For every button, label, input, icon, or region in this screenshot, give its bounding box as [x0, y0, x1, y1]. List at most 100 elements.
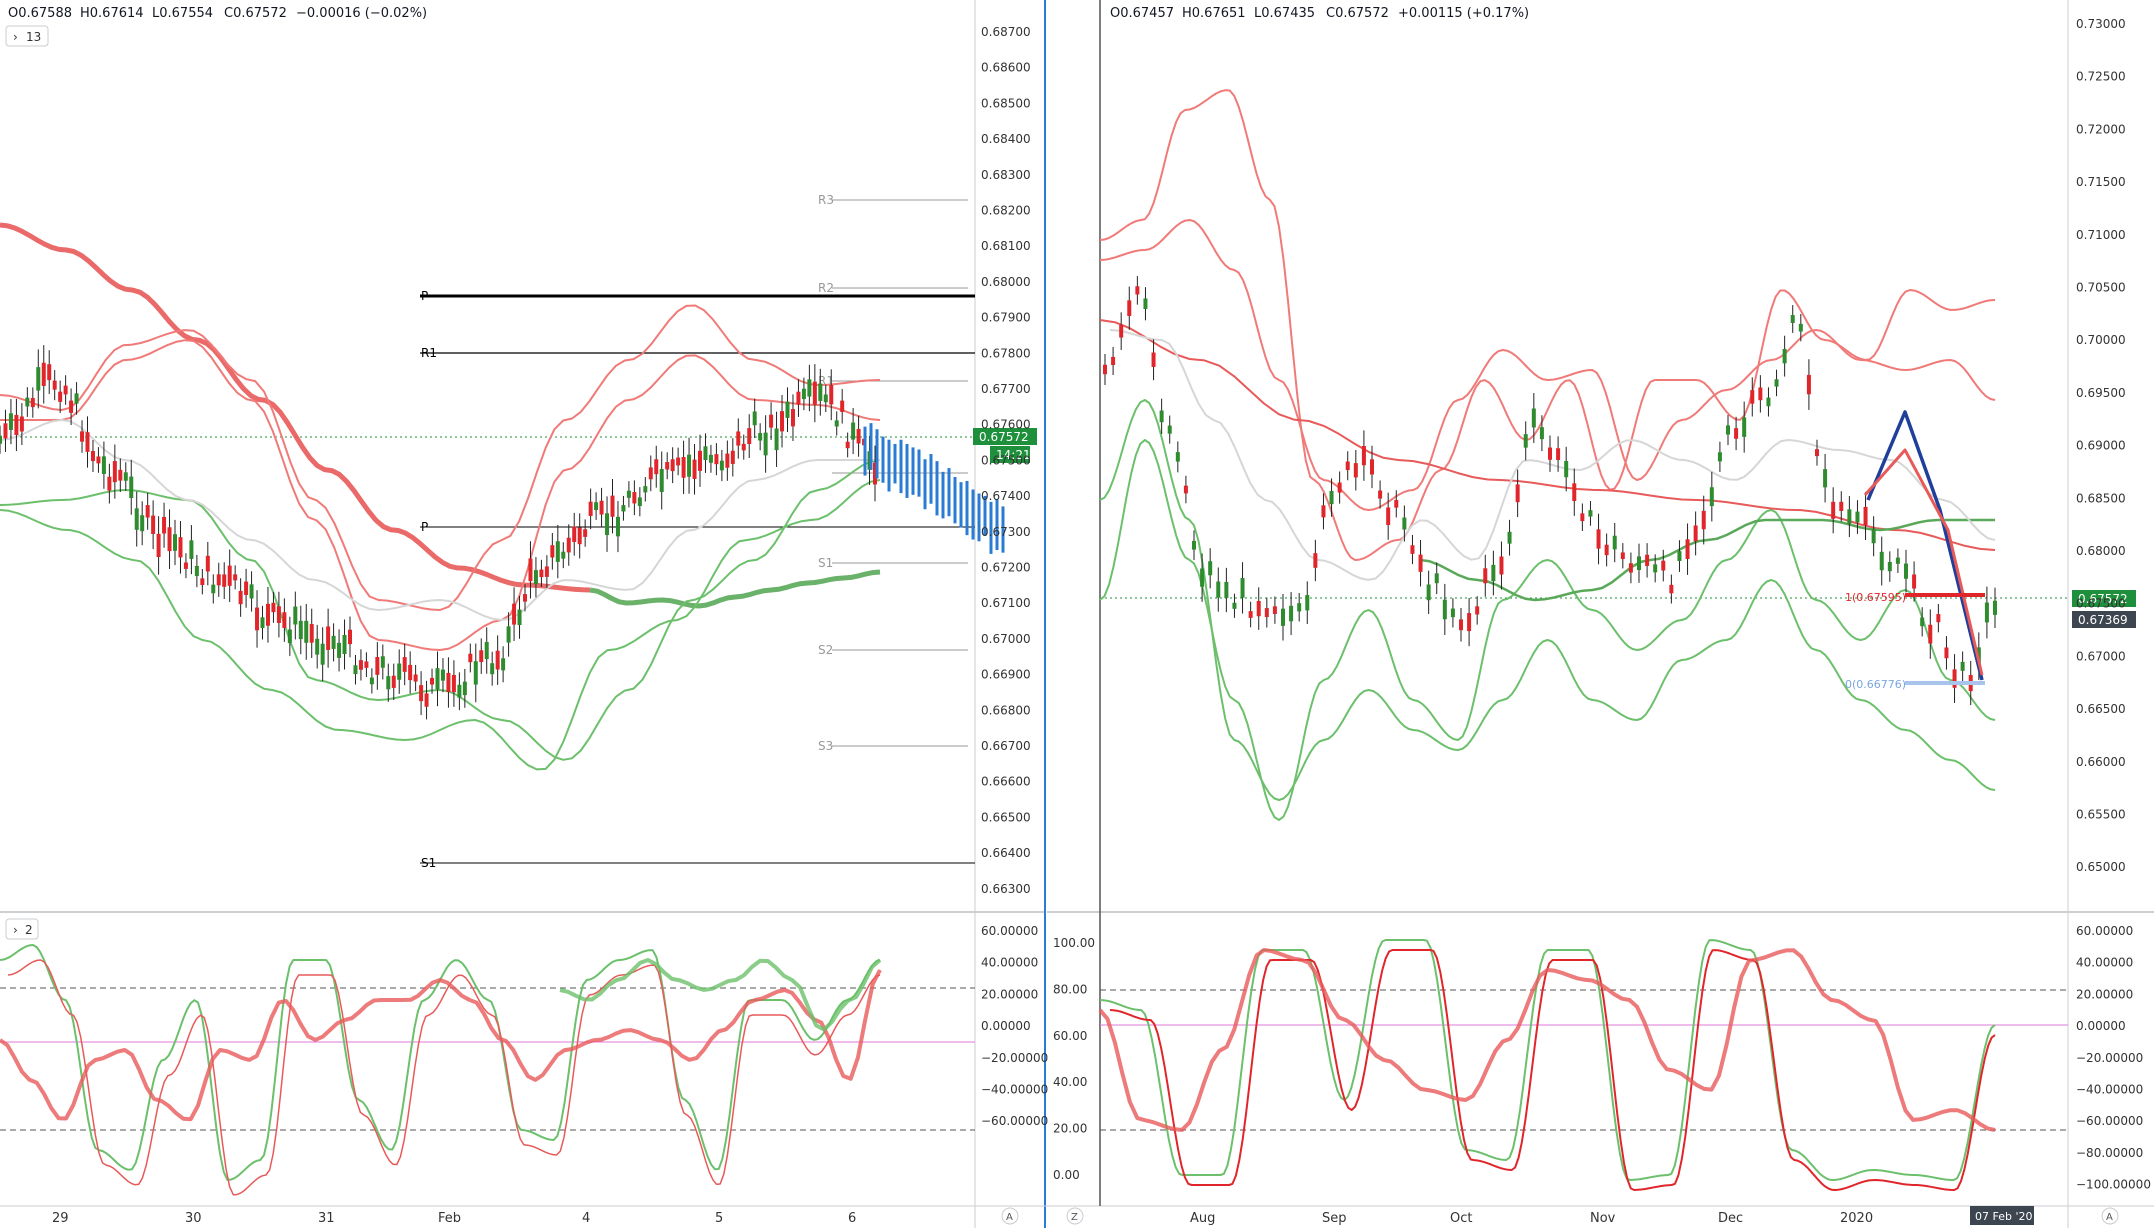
- left-price-tick: 0.68700: [981, 25, 1031, 39]
- right-candle-down: [1750, 390, 1755, 404]
- candle-down: [736, 431, 741, 446]
- chevron-right-icon: ›: [13, 923, 18, 937]
- candle-down: [856, 428, 861, 444]
- right-candle-down: [1620, 552, 1625, 560]
- fib-top-label: 1(0.67595): [1845, 591, 1906, 604]
- candle-down: [183, 562, 188, 569]
- right-price-tick: 0.65500: [2076, 808, 2126, 822]
- candle-down: [599, 500, 604, 515]
- right-candle-down: [1475, 606, 1480, 615]
- right-candle-down: [1394, 500, 1399, 508]
- right-candle-down: [1758, 387, 1763, 401]
- svg-text:Z: Z: [1071, 1212, 1078, 1223]
- right-candle-down: [1467, 613, 1472, 632]
- candle-up: [260, 617, 265, 629]
- candle-down: [63, 385, 68, 395]
- right-osc-left-tick: 80.00: [1053, 982, 1087, 996]
- right-candle-down: [1596, 529, 1601, 549]
- candle-down: [665, 462, 670, 470]
- candle-down: [681, 457, 686, 478]
- left-osc-toggle-button[interactable]: › 2: [5, 918, 39, 940]
- left-ohlc-change: −0.00016 (−0.02%): [296, 6, 427, 21]
- right-candle-down: [1839, 501, 1844, 511]
- right-candle-down: [1831, 501, 1836, 519]
- right-candle-up: [1920, 617, 1925, 627]
- candle-down: [233, 574, 238, 581]
- candle-down: [714, 454, 719, 465]
- right-time-label: Nov: [1590, 1211, 1616, 1226]
- right-candle-up: [1612, 535, 1617, 550]
- right-osc-right-tick: −100.00000: [2076, 1178, 2151, 1192]
- left-price-tick: 0.66600: [981, 775, 1031, 789]
- candle-down: [41, 362, 46, 386]
- candle-down: [85, 432, 90, 452]
- candle-up: [0, 435, 2, 444]
- candle-down: [566, 537, 571, 553]
- candle-up: [140, 515, 145, 532]
- right-candle-up: [1984, 602, 1989, 623]
- right-zoom-button[interactable]: Z: [1066, 1207, 1084, 1225]
- candle-down: [358, 660, 363, 670]
- left-price-tick: 0.66500: [981, 810, 1031, 824]
- right-candle-down: [1111, 356, 1116, 366]
- candle-up: [506, 626, 511, 643]
- right-candle-up: [1539, 427, 1544, 440]
- right-candle-up: [1742, 417, 1747, 437]
- right-candle-down: [1952, 669, 1957, 688]
- right-candle-up: [1224, 581, 1229, 599]
- left-price-tick: 0.68400: [981, 132, 1031, 146]
- candle-down: [446, 672, 451, 693]
- candle-down: [402, 657, 407, 672]
- candle-up: [380, 656, 385, 668]
- candle-down: [364, 661, 369, 668]
- right-candle-up: [1871, 529, 1876, 544]
- right-candle-up: [1507, 531, 1512, 544]
- candle-up: [337, 642, 342, 658]
- candle-down: [96, 456, 101, 464]
- candle-up: [320, 643, 325, 665]
- candle-up: [298, 620, 303, 640]
- candle-up: [774, 428, 779, 451]
- candle-up: [555, 541, 560, 562]
- right-date-badge: 07 Feb '20: [1970, 1206, 2034, 1225]
- left-osc-tick: 60.00000: [981, 924, 1038, 938]
- left-price-tick: 0.67500: [981, 453, 1031, 467]
- candle-up: [123, 472, 128, 481]
- right-price-tick: 0.70500: [2076, 281, 2126, 295]
- right-candle-up: [1960, 661, 1965, 671]
- right-auto-scale-button[interactable]: A: [2101, 1207, 2119, 1225]
- candle-up: [818, 383, 823, 401]
- right-osc-right-tick: 0.00000: [2076, 1019, 2126, 1033]
- left-price-tick: 0.67800: [981, 346, 1031, 360]
- candle-up: [397, 663, 402, 680]
- right-candle-down: [1183, 485, 1188, 494]
- right-candle-down: [1103, 364, 1107, 375]
- candle-down: [512, 603, 517, 625]
- right-candle-down: [1556, 448, 1561, 460]
- candle-up: [851, 422, 856, 440]
- right-candle-up: [1531, 408, 1536, 428]
- candle-down: [829, 385, 834, 405]
- candle-up: [342, 635, 347, 654]
- right-candle-down: [1499, 556, 1504, 575]
- right-candle-up: [1305, 594, 1310, 611]
- left-price-tick: 0.67000: [981, 632, 1031, 646]
- candle-up: [785, 401, 790, 418]
- left-ohlc-close: C0.67572: [224, 6, 287, 21]
- candle-up: [25, 397, 30, 407]
- candle-up: [752, 411, 757, 426]
- right-candle-down: [1418, 554, 1423, 572]
- left-price-tick: 0.67900: [981, 311, 1031, 325]
- candle-down: [670, 459, 675, 472]
- candle-up: [719, 460, 724, 471]
- right-candle-down: [1928, 624, 1933, 644]
- left-interval-badge: 13: [26, 30, 41, 44]
- candle-up: [435, 668, 440, 690]
- left-auto-scale-button[interactable]: A: [1001, 1207, 1019, 1225]
- left-indicator-toggle-button[interactable]: › 13: [5, 25, 49, 47]
- right-osc-right-tick: −80.00000: [2076, 1146, 2143, 1160]
- right-candle-down: [1459, 619, 1463, 631]
- right-candle-down: [1256, 600, 1261, 617]
- right-candle-up: [1782, 348, 1787, 364]
- right-candle-up: [1450, 608, 1455, 618]
